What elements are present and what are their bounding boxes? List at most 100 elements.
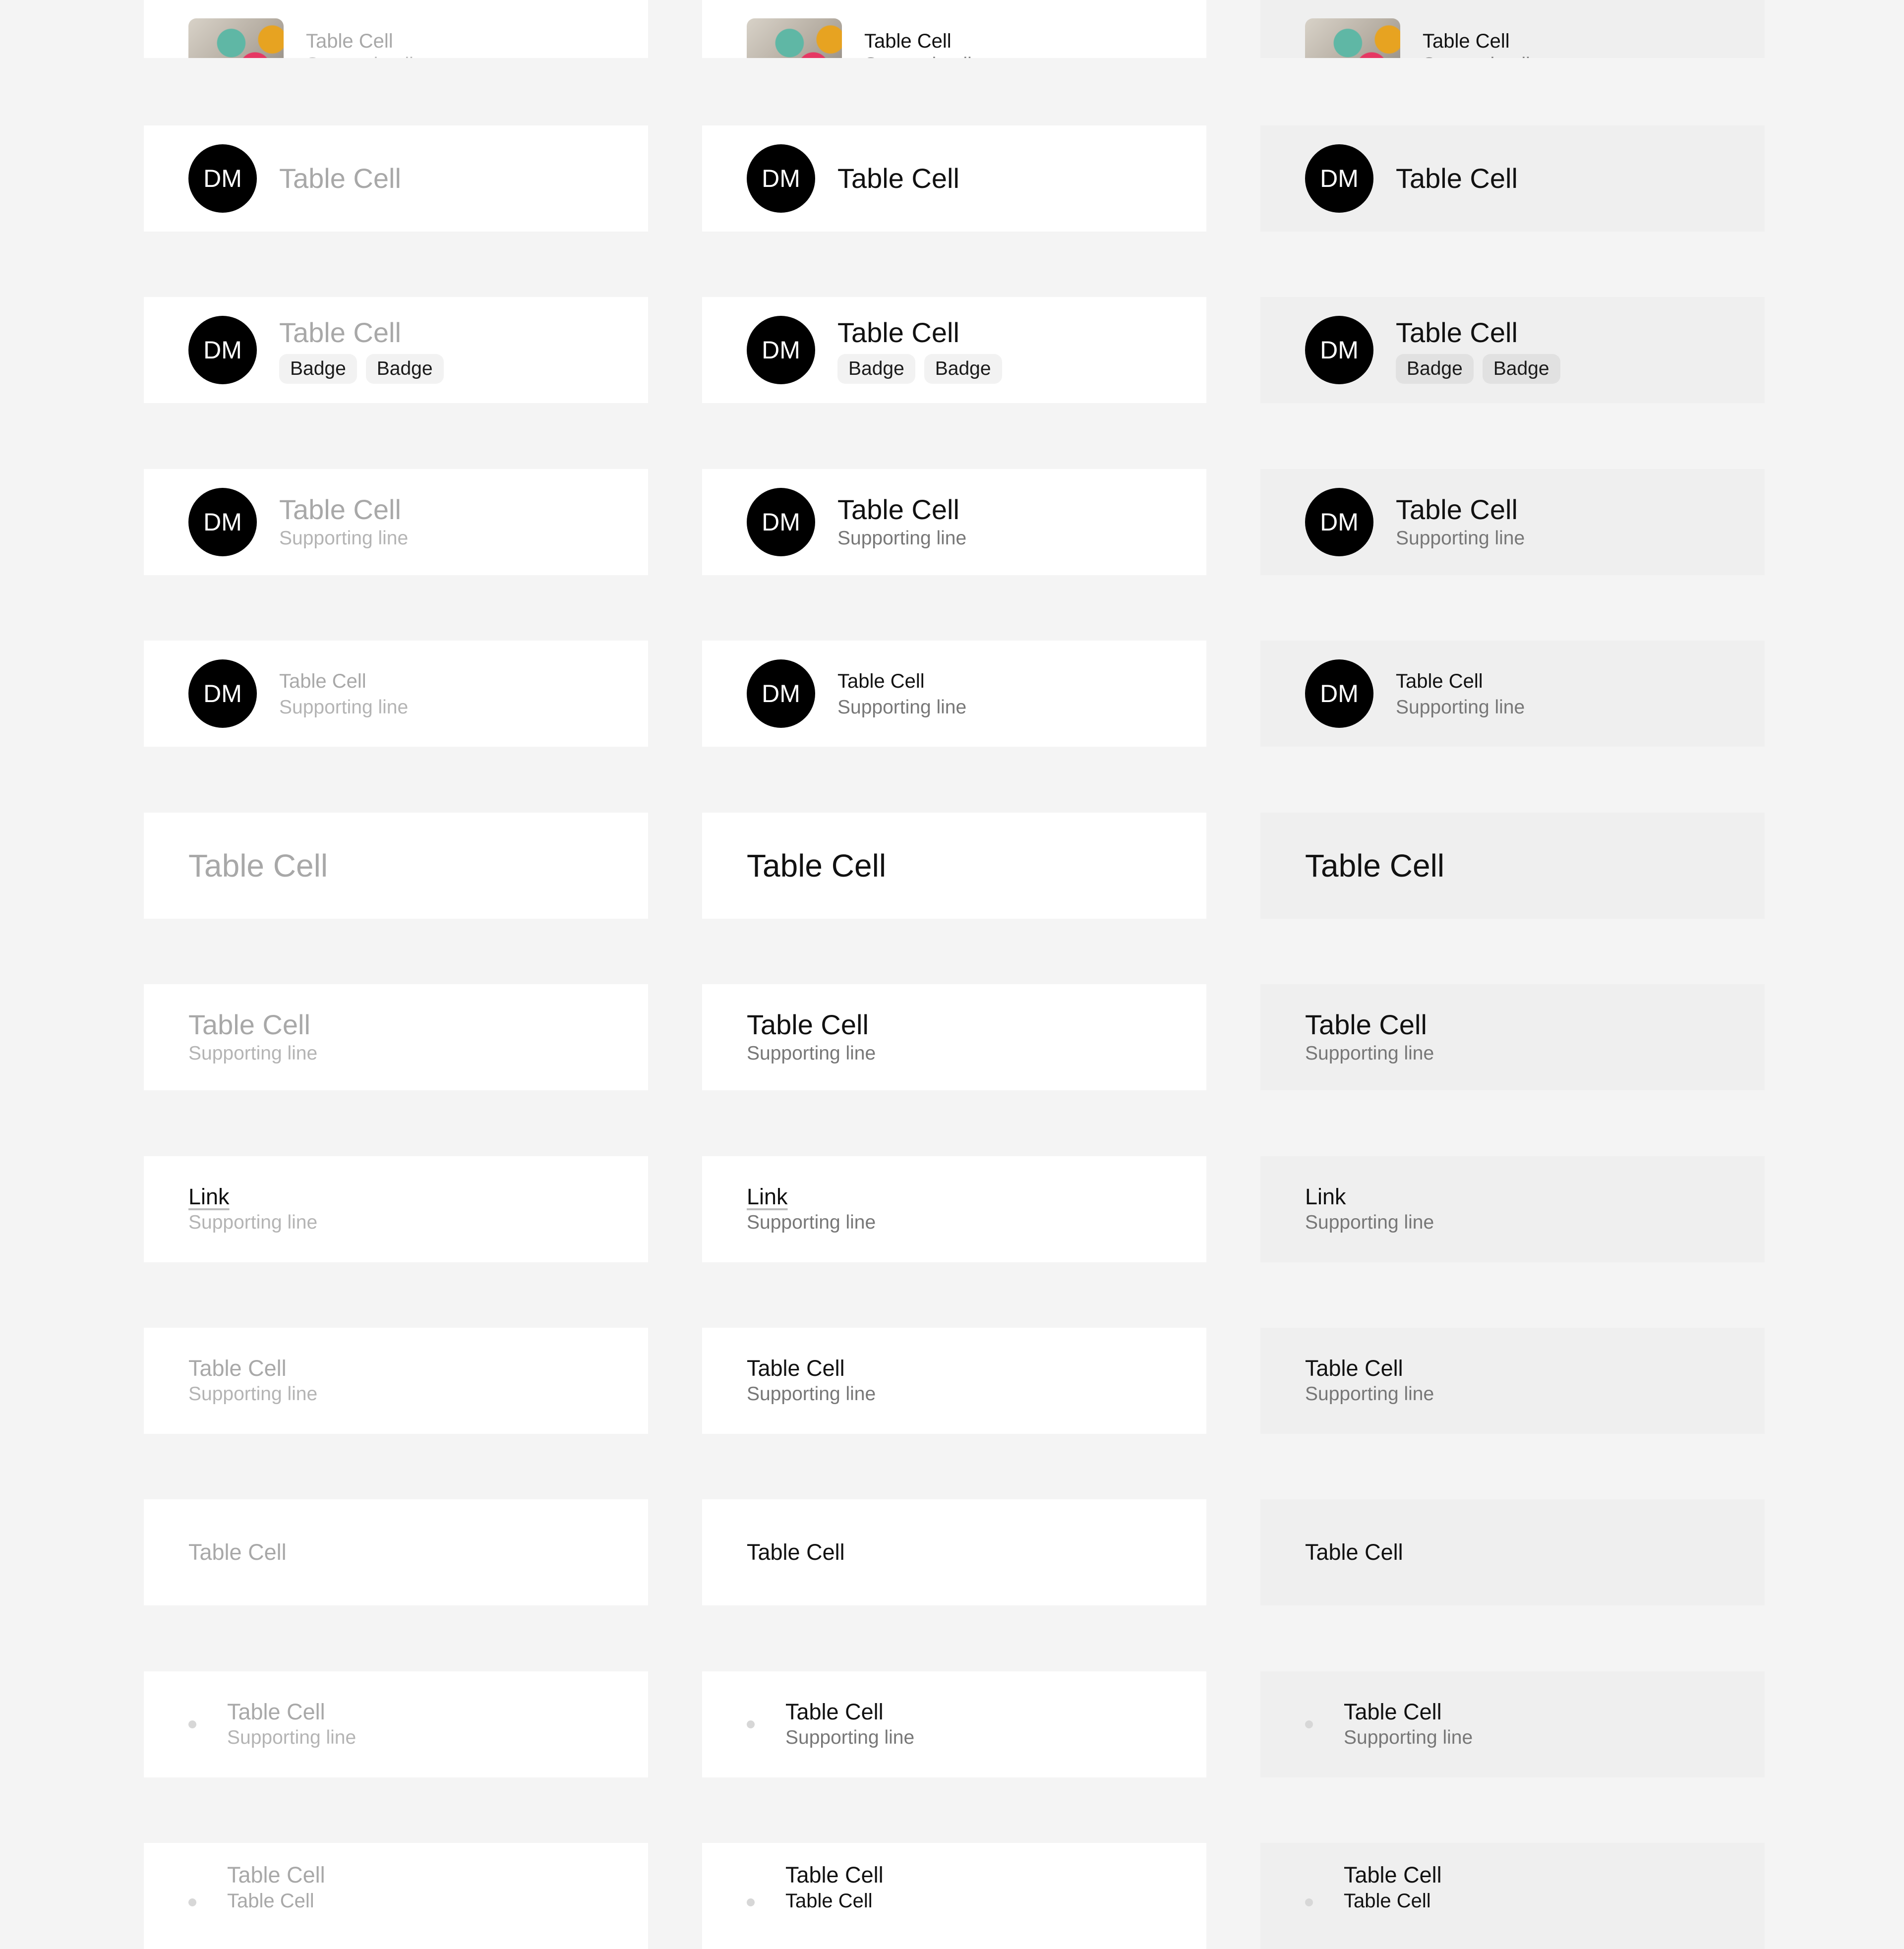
cell-link[interactable]: Link bbox=[1305, 1183, 1434, 1210]
cell-link[interactable]: Link bbox=[747, 1183, 876, 1210]
cell-title: Table Cell bbox=[227, 1699, 325, 1724]
avatar: DM bbox=[188, 144, 257, 213]
avatar: DM bbox=[188, 659, 257, 728]
table-cell-link-default[interactable]: Link Supporting line bbox=[702, 1156, 1206, 1262]
cell-supporting-line: Supporting line bbox=[837, 696, 967, 718]
cell-title: Table Cell bbox=[188, 1356, 287, 1381]
thumbnail-image bbox=[1305, 18, 1400, 58]
table-cell-dot-hovered[interactable]: Table Cell Supporting line bbox=[1260, 1671, 1765, 1777]
cell-title: Table Cell bbox=[1305, 1009, 1427, 1040]
cell-link[interactable]: Link bbox=[188, 1183, 317, 1210]
table-cell-thumbnail-default[interactable]: Table Cell Supporting line bbox=[702, 0, 1206, 58]
table-cell-dot-default[interactable]: Table Cell Supporting line bbox=[702, 1671, 1206, 1777]
table-cell-dot-disabled: Table Cell Supporting line bbox=[144, 1671, 648, 1777]
table-cell-showcase: { "cell_title": "Table Cell", "supportin… bbox=[0, 0, 1904, 1949]
cell-supporting-line: Supporting line bbox=[785, 1727, 915, 1748]
cell-supporting-line: Supporting line bbox=[188, 1043, 318, 1064]
table-cell-link-disabled: Link Supporting line bbox=[144, 1156, 648, 1262]
table-cell-dot-double-disabled: Table Cell Table Cell bbox=[144, 1843, 648, 1949]
cell-title: Table Cell bbox=[747, 1009, 869, 1040]
badge: Badge bbox=[837, 354, 915, 384]
table-cell-dot-double-hovered[interactable]: Table Cell Table Cell bbox=[1260, 1843, 1765, 1949]
avatar: DM bbox=[1305, 488, 1373, 556]
avatar: DM bbox=[747, 144, 815, 213]
table-cell-thumbnail-hovered[interactable]: Table Cell Supporting line bbox=[1260, 0, 1765, 58]
avatar: DM bbox=[1305, 659, 1373, 728]
cell-supporting-line: Supporting line bbox=[188, 1212, 318, 1233]
cell-supporting-line: Supporting line bbox=[747, 1043, 876, 1064]
cell-title: Table Cell bbox=[188, 1539, 287, 1565]
table-cell-large-disabled: Table Cell bbox=[144, 813, 648, 919]
avatar: DM bbox=[747, 488, 815, 556]
cell-title: Table Cell bbox=[1396, 494, 1518, 525]
cell-supporting-line: Supporting line bbox=[1396, 696, 1525, 718]
table-cell-avatar-badges-default[interactable]: DM Table Cell Badge Badge bbox=[702, 297, 1206, 403]
cell-title: Table Cell bbox=[864, 30, 952, 52]
cell-title: Table Cell bbox=[785, 1862, 884, 1888]
cell-title: Table Cell bbox=[306, 30, 393, 52]
table-cell-large-hovered[interactable]: Table Cell bbox=[1260, 813, 1765, 919]
table-cell-small-default[interactable]: Table Cell bbox=[702, 1499, 1206, 1605]
table-cell-small-hovered[interactable]: Table Cell bbox=[1260, 1499, 1765, 1605]
cell-supporting-line: Supporting line bbox=[864, 53, 993, 58]
cell-title: Table Cell bbox=[279, 670, 366, 692]
cell-title: Table Cell bbox=[1305, 1356, 1403, 1381]
table-cell-avatar-supporting-disabled: DM Table Cell Supporting line bbox=[144, 469, 648, 575]
avatar: DM bbox=[747, 316, 815, 384]
table-cell-avatar-small-disabled: DM Table Cell Supporting line bbox=[144, 641, 648, 747]
cell-supporting-line: Supporting line bbox=[747, 1212, 876, 1233]
table-cell-avatar-supporting-hovered[interactable]: DM Table Cell Supporting line bbox=[1260, 469, 1765, 575]
cell-supporting-line: Supporting line bbox=[1305, 1383, 1434, 1405]
status-dot-icon bbox=[747, 1898, 755, 1906]
avatar: DM bbox=[1305, 144, 1373, 213]
cell-supporting-line: Supporting line bbox=[1344, 1727, 1473, 1748]
badge-group: Badge Badge bbox=[837, 354, 1002, 384]
table-cell-avatar-supporting-default[interactable]: DM Table Cell Supporting line bbox=[702, 469, 1206, 575]
cell-title: Table Cell bbox=[747, 1356, 845, 1381]
table-cell-avatar-badges-disabled: DM Table Cell Badge Badge bbox=[144, 297, 648, 403]
cell-title: Table Cell bbox=[279, 494, 401, 525]
table-cell-small-supporting-hovered[interactable]: Table Cell Supporting line bbox=[1260, 1328, 1765, 1434]
cell-supporting-line: Supporting line bbox=[279, 528, 409, 549]
thumbnail-image bbox=[747, 18, 842, 58]
cell-supporting-line: Supporting line bbox=[306, 53, 435, 58]
table-cell-dot-double-default[interactable]: Table Cell Table Cell bbox=[702, 1843, 1206, 1949]
table-cell-large-default[interactable]: Table Cell bbox=[702, 813, 1206, 919]
cell-title: Table Cell bbox=[227, 1862, 325, 1888]
table-cell-avatar-small-hovered[interactable]: DM Table Cell Supporting line bbox=[1260, 641, 1765, 747]
cell-title: Table Cell bbox=[1396, 317, 1518, 348]
thumbnail-image bbox=[188, 18, 284, 58]
badge: Badge bbox=[1396, 354, 1474, 384]
cell-title: Table Cell bbox=[1396, 670, 1483, 692]
badge-group: Badge Badge bbox=[279, 354, 444, 384]
badge: Badge bbox=[365, 354, 444, 384]
cell-supporting-line: Supporting line bbox=[227, 1727, 357, 1748]
status-dot-icon bbox=[1305, 1720, 1313, 1728]
cell-supporting-line: Supporting line bbox=[837, 528, 967, 549]
table-cell-avatar-small-default[interactable]: DM Table Cell Supporting line bbox=[702, 641, 1206, 747]
table-cell-avatar-default[interactable]: DM Table Cell bbox=[702, 125, 1206, 232]
cell-title: Table Cell bbox=[785, 1699, 884, 1724]
badge: Badge bbox=[1482, 354, 1560, 384]
cell-title: Table Cell bbox=[1423, 30, 1510, 52]
badge: Badge bbox=[279, 354, 357, 384]
avatar: DM bbox=[1305, 316, 1373, 384]
cell-title: Table Cell bbox=[279, 317, 401, 348]
cell-title: Table Cell bbox=[837, 317, 959, 348]
cell-title-secondary: Table Cell bbox=[227, 1890, 314, 1912]
table-cell-avatar-badges-hovered[interactable]: DM Table Cell Badge Badge bbox=[1260, 297, 1765, 403]
badge: Badge bbox=[924, 354, 1002, 384]
table-cell-supporting-default[interactable]: Table Cell Supporting line bbox=[702, 984, 1206, 1090]
table-cell-supporting-hovered[interactable]: Table Cell Supporting line bbox=[1260, 984, 1765, 1090]
cell-supporting-line: Supporting line bbox=[1305, 1043, 1434, 1064]
cell-title: Table Cell bbox=[747, 1539, 845, 1565]
table-cell-avatar-hovered[interactable]: DM Table Cell bbox=[1260, 125, 1765, 232]
table-cell-supporting-disabled: Table Cell Supporting line bbox=[144, 984, 648, 1090]
table-cell-link-hovered[interactable]: Link Supporting line bbox=[1260, 1156, 1765, 1262]
cell-supporting-line: Supporting line bbox=[1423, 53, 1551, 58]
cell-title: Table Cell bbox=[747, 848, 887, 884]
table-cell-avatar-disabled: DM Table Cell bbox=[144, 125, 648, 232]
cell-title: Table Cell bbox=[837, 670, 925, 692]
cell-supporting-line: Supporting line bbox=[1396, 528, 1525, 549]
table-cell-small-supporting-default[interactable]: Table Cell Supporting line bbox=[702, 1328, 1206, 1434]
